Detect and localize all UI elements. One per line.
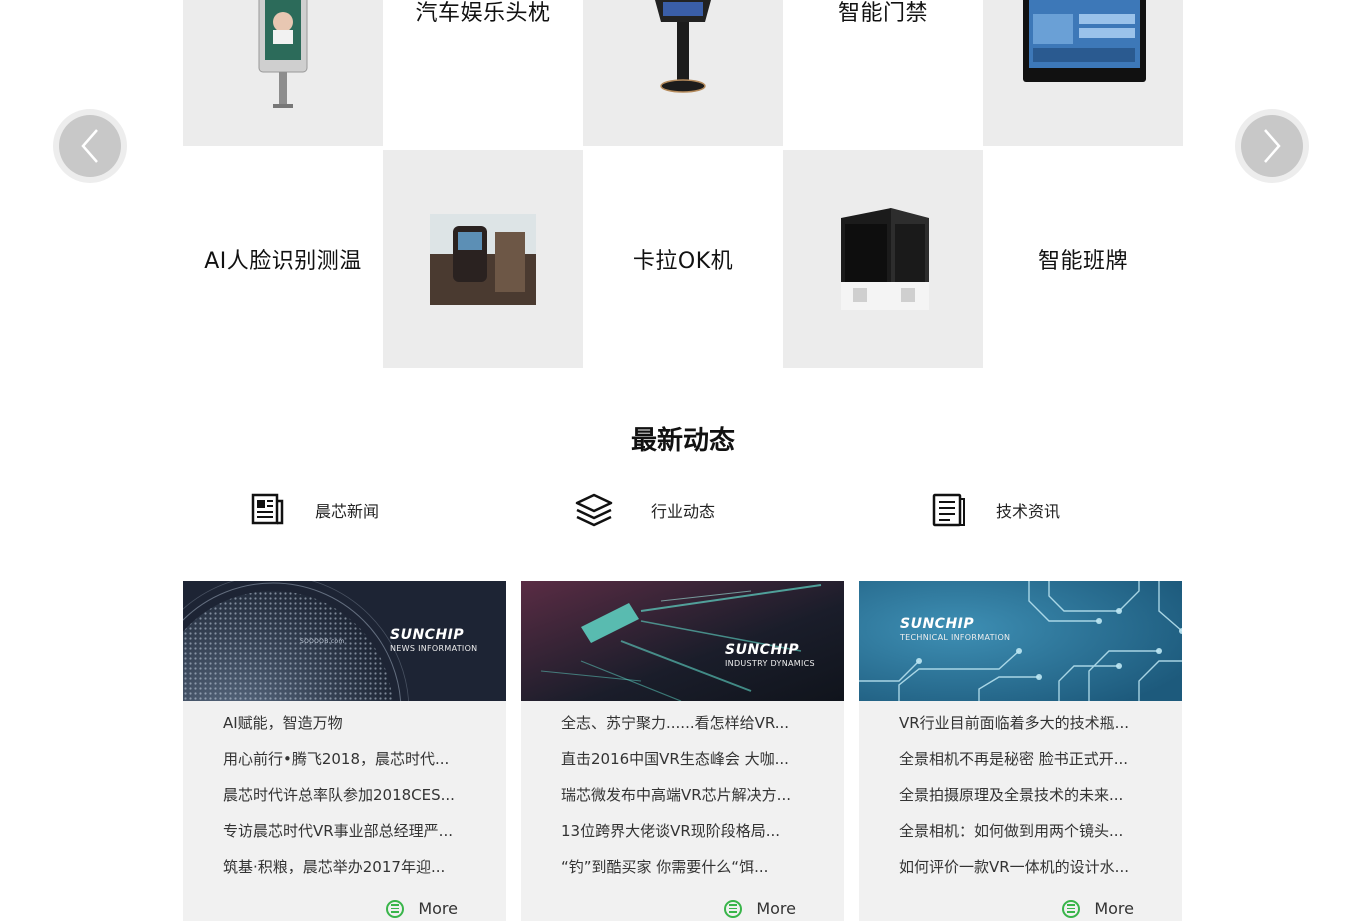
more-label: More: [418, 899, 458, 918]
card-banner: SUNCHIP INDUSTRY DYNAMICS: [521, 581, 844, 701]
list-item[interactable]: 直击2016中国VR生态峰会 大咖...: [561, 747, 831, 783]
tab-label: 行业动态: [651, 502, 716, 521]
news-card-company: SUNCHIP NEWS INFORMATION SOOOOB.com AI赋能…: [183, 581, 506, 921]
layers-icon: [575, 493, 613, 527]
product-label: AI人脸识别测温: [204, 249, 362, 274]
product-ai-temperature[interactable]: AI人脸识别测温: [183, 150, 383, 368]
speed-streaks-banner-image: [521, 581, 844, 701]
more-label: More: [756, 899, 796, 918]
card-subtitle: NEWS INFORMATION: [390, 644, 478, 653]
list-item[interactable]: 全景相机：如何做到用两个镜头...: [899, 819, 1169, 855]
chevron-right-icon: [1264, 129, 1281, 163]
access-control-device-image: [841, 208, 929, 310]
face-recognition-kiosk-image: [258, 0, 308, 108]
product-label: 智能门禁: [837, 1, 928, 26]
tab-company-news[interactable]: 晨芯新闻: [251, 490, 379, 530]
karaoke-stand-image: [655, 0, 711, 93]
smart-class-board-image: [1023, 0, 1146, 82]
carousel-prev-button[interactable]: [53, 109, 127, 183]
product-karaoke-stand[interactable]: [583, 0, 783, 146]
card-banner: SUNCHIP TECHNICAL INFORMATION: [859, 581, 1182, 701]
list-item[interactable]: 瑞芯微发布中高端VR芯片解决方...: [561, 783, 831, 819]
list-item[interactable]: 全景拍摄原理及全景技术的未来...: [899, 783, 1169, 819]
product-access-control-device[interactable]: [783, 150, 983, 368]
newspaper-icon: [251, 493, 284, 525]
card-brand: SUNCHIP: [900, 616, 975, 632]
more-link[interactable]: More: [724, 899, 796, 918]
product-face-recognition-kiosk[interactable]: [183, 0, 383, 146]
tab-industry-dynamics[interactable]: 行业动态: [574, 490, 715, 530]
tab-label: 技术资讯: [996, 502, 1061, 521]
product-label: 智能班牌: [1037, 249, 1128, 274]
card-banner: SUNCHIP NEWS INFORMATION SOOOOB.com: [183, 581, 506, 701]
product-smart-access[interactable]: 智能门禁: [783, 0, 983, 146]
list-item[interactable]: VR行业目前面临着多大的技术瓶...: [899, 711, 1169, 747]
list-item[interactable]: 筑基·积粮，晨芯举办2017年迎...: [223, 855, 493, 891]
list-item[interactable]: 全景相机不再是秘密 脸书正式开...: [899, 747, 1169, 783]
list-item[interactable]: 全志、苏宁聚力......看怎样给VR...: [561, 711, 831, 747]
product-karaoke[interactable]: 卡拉OK机: [583, 150, 783, 368]
product-smart-class-sign[interactable]: 智能班牌: [983, 150, 1183, 368]
list-item[interactable]: 用心前行•腾飞2018，晨芯时代...: [223, 747, 493, 783]
news-list: 全志、苏宁聚力......看怎样给VR... 直击2016中国VR生态峰会 大咖…: [561, 711, 831, 891]
card-brand: SUNCHIP: [390, 627, 465, 643]
more-label: More: [1094, 899, 1134, 918]
more-link[interactable]: More: [386, 899, 458, 918]
card-brand: SUNCHIP: [725, 642, 800, 658]
section-title: 最新动态: [630, 426, 735, 456]
list-item[interactable]: AI赋能，智造万物: [223, 711, 493, 747]
list-icon: [386, 899, 405, 918]
chevron-left-icon: [81, 129, 98, 163]
news-list: AI赋能，智造万物 用心前行•腾飞2018，晨芯时代... 晨芯时代许总率队参加…: [223, 711, 493, 891]
product-label: 汽车娱乐头枕: [415, 1, 551, 26]
card-watermark: SOOOOB.com: [300, 638, 345, 645]
tab-tech-info[interactable]: 技术资讯: [932, 490, 1060, 530]
news-card-industry: SUNCHIP INDUSTRY DYNAMICS 全志、苏宁聚力......看…: [521, 581, 844, 921]
product-car-headrest[interactable]: 汽车娱乐头枕: [383, 0, 583, 146]
list-item[interactable]: 专访晨芯时代VR事业部总经理严...: [223, 819, 493, 855]
product-label: 卡拉OK机: [632, 249, 734, 274]
car-headrest-screen-image: [430, 214, 536, 305]
list-icon: [1062, 899, 1081, 918]
card-subtitle: TECHNICAL INFORMATION: [900, 633, 1011, 642]
product-car-headrest-screen[interactable]: [383, 150, 583, 368]
list-item[interactable]: 晨芯时代许总率队参加2018CES...: [223, 783, 493, 819]
list-item[interactable]: “钓”到酷买家 你需要什么“饵...: [561, 855, 831, 891]
more-link[interactable]: More: [1062, 899, 1134, 918]
tab-label: 晨芯新闻: [315, 502, 380, 521]
list-icon: [724, 899, 743, 918]
list-item[interactable]: 如何评价一款VR一体机的设计水...: [899, 855, 1169, 891]
list-item[interactable]: 13位跨界大佬谈VR现阶段格局...: [561, 819, 831, 855]
document-icon: [932, 493, 965, 527]
carousel-next-button[interactable]: [1235, 109, 1309, 183]
news-list: VR行业目前面临着多大的技术瓶... 全景相机不再是秘密 脸书正式开... 全景…: [899, 711, 1169, 891]
news-card-tech: SUNCHIP TECHNICAL INFORMATION VR行业目前面临着多…: [859, 581, 1182, 921]
product-smart-class-board[interactable]: [983, 0, 1183, 146]
card-subtitle: INDUSTRY DYNAMICS: [725, 659, 815, 668]
